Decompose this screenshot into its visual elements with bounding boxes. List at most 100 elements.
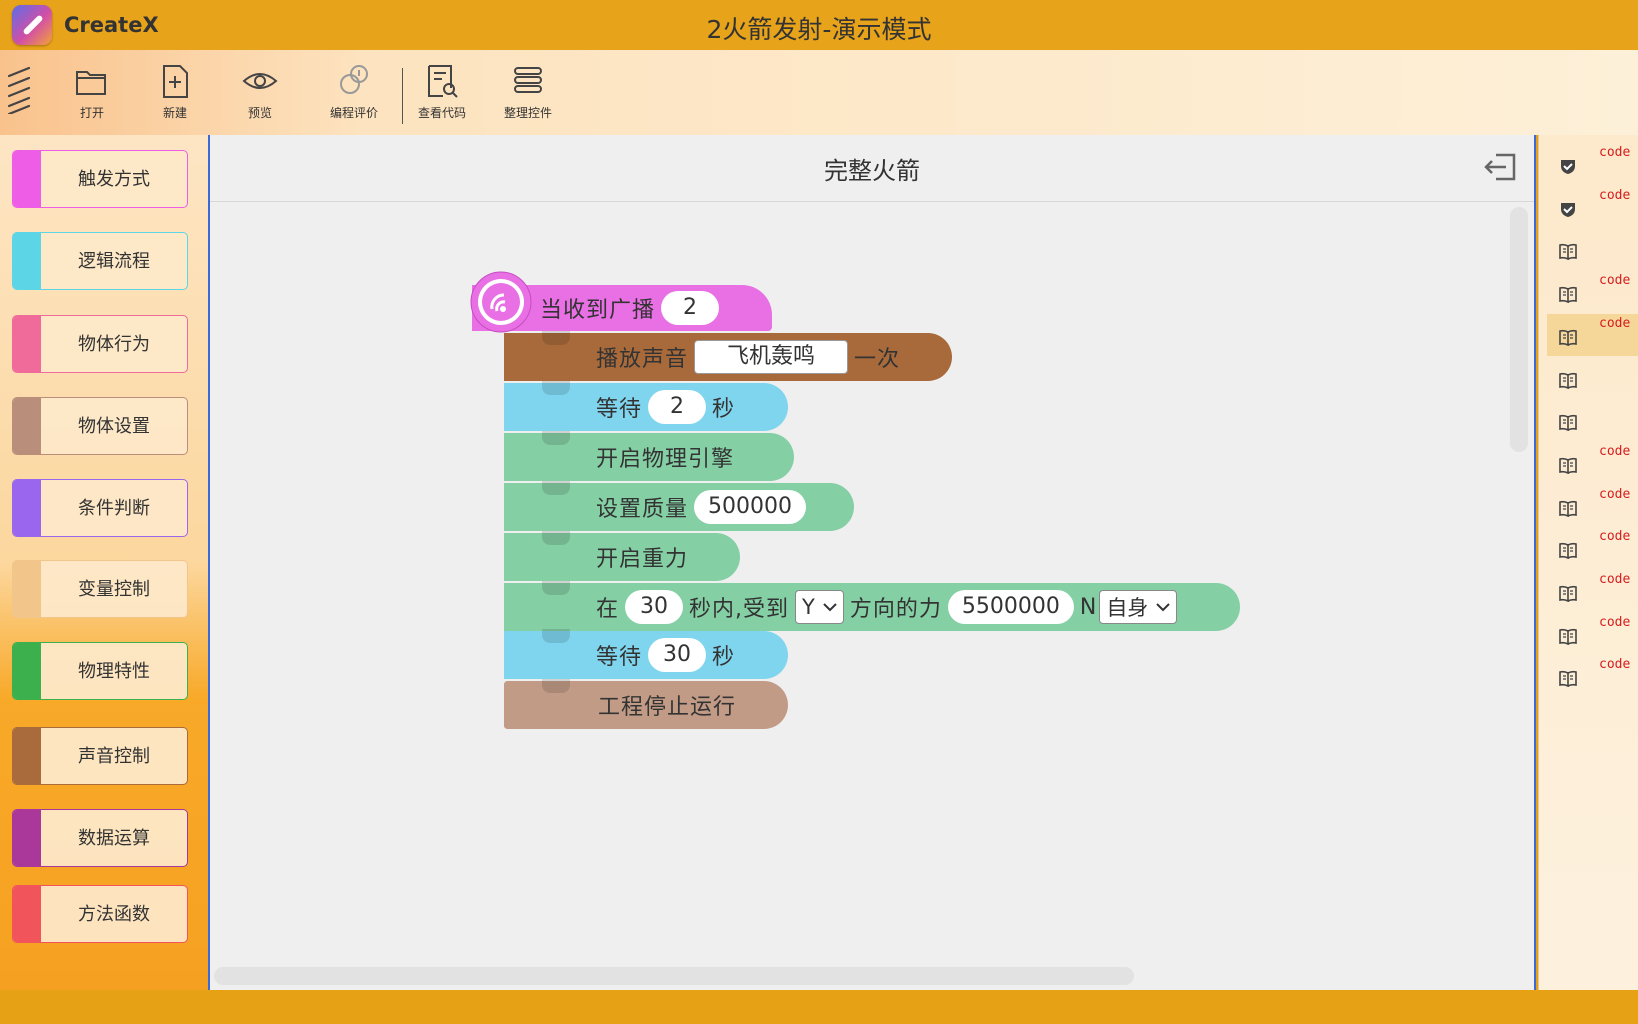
new-button[interactable]: 新建 [135, 62, 215, 126]
category-condition[interactable]: 条件判断 [12, 479, 188, 537]
category-sound[interactable]: 声音控制 [12, 727, 188, 785]
eye-icon [242, 73, 278, 89]
object-list-item[interactable] [1547, 357, 1638, 399]
category-color-stripe [13, 480, 41, 536]
book-icon [1559, 628, 1577, 645]
object-list-item[interactable]: code [1547, 143, 1638, 185]
category-color-stripe [13, 886, 41, 942]
workspace-header: 完整火箭 [210, 135, 1534, 202]
chevron-down-icon [1156, 603, 1171, 612]
drag-handle-icon[interactable] [6, 66, 32, 114]
code-badge: code [1599, 657, 1631, 673]
book-icon [1559, 415, 1577, 432]
book-icon [1559, 671, 1577, 688]
book-icon [1559, 244, 1577, 261]
category-data-ops[interactable]: 数据运算 [12, 809, 188, 867]
book-icon [1559, 329, 1577, 346]
toolbar: 打开 新建 预览 编程评价 查看代码 整理控件 [0, 50, 1638, 135]
stack-icon [514, 67, 542, 93]
code-badge: code [1599, 443, 1631, 459]
category-physics[interactable]: 物理特性 [12, 642, 188, 700]
wait-block[interactable]: 等待 2 秒 [504, 381, 788, 431]
folder-icon [76, 71, 106, 95]
stop-project-block[interactable]: 工程停止运行 [504, 679, 788, 729]
code-badge: code [1599, 145, 1631, 160]
mass-value-input[interactable]: 500000 [694, 490, 806, 524]
code-search-icon [428, 65, 458, 98]
horizontal-scrollbar[interactable] [214, 967, 1134, 985]
category-color-stripe [13, 643, 41, 699]
tidy-button[interactable]: 整理控件 [488, 62, 568, 126]
workspace-title: 完整火箭 [824, 157, 920, 185]
window-title: 2火箭发射-演示模式 [706, 15, 932, 44]
shield-check-icon [1561, 202, 1575, 217]
set-mass-block[interactable]: 设置质量 500000 [504, 481, 854, 531]
preview-button[interactable]: 预览 [220, 62, 300, 126]
shield-check-icon [1561, 160, 1575, 174]
category-color-stripe [13, 233, 41, 289]
enable-physics-block[interactable]: 开启物理引擎 [504, 431, 794, 481]
category-color-stripe [13, 316, 41, 372]
wait-seconds-input[interactable]: 2 [648, 390, 707, 424]
wait-seconds-input[interactable]: 30 [648, 638, 707, 672]
view-code-button[interactable]: 查看代码 [402, 62, 482, 126]
code-badge: code [1599, 572, 1631, 587]
object-list-item[interactable]: code [1547, 485, 1638, 527]
sound-name-field[interactable]: 飞机轰鸣 [694, 340, 849, 374]
new-file-icon [163, 65, 188, 98]
enable-gravity-block[interactable]: 开启重力 [504, 531, 740, 581]
reference-frame-select[interactable]: 自身 [1099, 590, 1178, 624]
object-list-item[interactable]: code [1547, 570, 1638, 612]
category-logic-flow[interactable]: 逻辑流程 [12, 232, 188, 290]
book-icon [1559, 543, 1577, 560]
code-badge: code [1599, 614, 1631, 630]
open-button[interactable]: 打开 [52, 62, 132, 126]
category-color-stripe [13, 151, 41, 207]
apply-force-block[interactable]: 在 30 秒内,受到 Y 方向的力 5500000 N 自身 [504, 581, 1240, 631]
object-list-item[interactable] [1547, 399, 1638, 441]
object-list-item[interactable]: code [1547, 442, 1638, 484]
force-value-input[interactable]: 5500000 [947, 590, 1074, 624]
book-icon [1559, 500, 1577, 517]
object-list-item[interactable]: code [1547, 655, 1638, 697]
object-list-item[interactable]: code [1547, 527, 1638, 569]
broadcast-icon [470, 271, 532, 333]
code-badge: code [1599, 187, 1631, 203]
code-workspace[interactable]: 完整火箭 当收到广播 2 播放声音 飞机轰鸣 一次 等待 2 秒 开启物理引擎 [208, 135, 1536, 990]
book-icon [1559, 585, 1577, 602]
category-color-stripe [13, 398, 41, 454]
object-list-item[interactable]: code [1547, 186, 1638, 228]
object-list-item[interactable]: code [1547, 313, 1638, 356]
vertical-scrollbar[interactable] [1510, 207, 1528, 452]
code-badge: code [1599, 486, 1631, 502]
category-color-stripe [13, 561, 41, 617]
broadcast-value-input[interactable]: 2 [661, 291, 720, 325]
category-variable[interactable]: 变量控制 [12, 560, 188, 618]
axis-select[interactable]: Y [795, 590, 844, 624]
book-icon [1559, 372, 1577, 389]
object-list-item[interactable]: code [1547, 613, 1638, 655]
object-list-item[interactable] [1547, 228, 1638, 270]
exit-icon[interactable] [1482, 147, 1522, 187]
review-button[interactable]: 编程评价 [314, 62, 394, 126]
chevron-down-icon [823, 603, 837, 612]
review-icon [340, 65, 368, 94]
category-color-stripe [13, 728, 41, 784]
category-functions[interactable]: 方法函数 [12, 885, 188, 943]
category-object-settings[interactable]: 物体设置 [12, 397, 188, 455]
status-bar [0, 990, 1638, 1024]
category-color-stripe [13, 810, 41, 866]
object-list-item[interactable]: code [1547, 271, 1638, 313]
wait-block[interactable]: 等待 30 秒 [504, 629, 788, 679]
category-object-behavior[interactable]: 物体行为 [12, 315, 188, 373]
code-badge: code [1599, 315, 1631, 331]
book-icon [1559, 286, 1577, 304]
category-sidebar: 触发方式 逻辑流程 物体行为 物体设置 条件判断 变量控制 物理特性 声音控制 … [0, 135, 208, 990]
category-trigger[interactable]: 触发方式 [12, 150, 188, 208]
code-badge: code [1599, 529, 1631, 545]
force-duration-input[interactable]: 30 [625, 590, 684, 624]
title-bar: CreateX 2火箭发射-演示模式 [0, 0, 1638, 50]
play-sound-block[interactable]: 播放声音 飞机轰鸣 一次 [504, 331, 952, 381]
book-icon [1559, 457, 1577, 474]
object-list-panel: code code code code code code code code code code [1538, 135, 1638, 990]
